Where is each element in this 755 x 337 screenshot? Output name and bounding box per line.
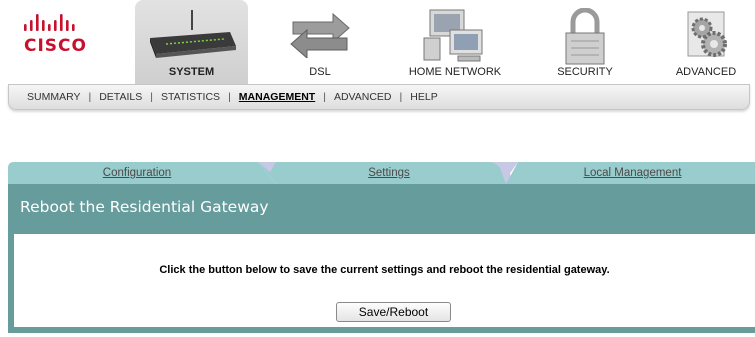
nav-tab-label: DSL	[309, 66, 331, 78]
nav-tab-home-network[interactable]: HOME NETWORK	[390, 0, 520, 84]
panel-body: Click the button below to save the curre…	[8, 234, 755, 333]
nav-tab-security[interactable]: SECURITY	[535, 0, 635, 84]
router-icon	[149, 10, 236, 58]
tab-local-management[interactable]: Local Management	[510, 162, 755, 184]
nav-tab-system[interactable]: SYSTEM	[135, 0, 248, 84]
subnav-item-details[interactable]: DETAILS	[91, 91, 150, 103]
cisco-logo-text: CISCO	[24, 36, 87, 56]
cisco-bars-icon	[24, 14, 75, 31]
subnav-item-summary[interactable]: SUMMARY	[19, 91, 88, 103]
nav-tab-label: ADVANCED	[675, 66, 737, 78]
tab-configuration[interactable]: Configuration	[8, 162, 266, 184]
content-tab-bar: Configuration Settings Local Management	[8, 162, 755, 184]
tab-settings[interactable]: Settings	[274, 162, 504, 184]
nav-tab-label: SYSTEM	[168, 66, 215, 78]
subnav-item-advanced[interactable]: ADVANCED	[326, 91, 400, 103]
padlock-icon	[565, 8, 605, 65]
subnav-item-statistics[interactable]: STATISTICS	[153, 91, 228, 103]
nav-tab-label: HOME NETWORK	[408, 66, 502, 78]
page-title: Reboot the Residential Gateway	[20, 198, 269, 216]
arrows-icon	[290, 12, 350, 58]
save-reboot-button[interactable]: Save/Reboot	[336, 302, 451, 322]
subnav-bar: SUMMARY | DETAILS | STATISTICS | MANAGEM…	[8, 84, 750, 110]
panel-header: Reboot the Residential Gateway	[8, 184, 755, 234]
cisco-logo: CISCO	[18, 10, 113, 70]
nav-tab-dsl[interactable]: DSL	[270, 0, 370, 84]
subnav-item-management[interactable]: MANAGEMENT	[231, 91, 323, 103]
nav-tab-advanced[interactable]: ADVANCED	[660, 0, 752, 84]
nav-tab-label: SECURITY	[557, 66, 613, 78]
computers-icon	[423, 9, 483, 62]
reboot-message: Click the button below to save the curre…	[159, 264, 610, 276]
subnav-item-help[interactable]: HELP	[402, 91, 445, 103]
gears-icon	[687, 11, 727, 57]
